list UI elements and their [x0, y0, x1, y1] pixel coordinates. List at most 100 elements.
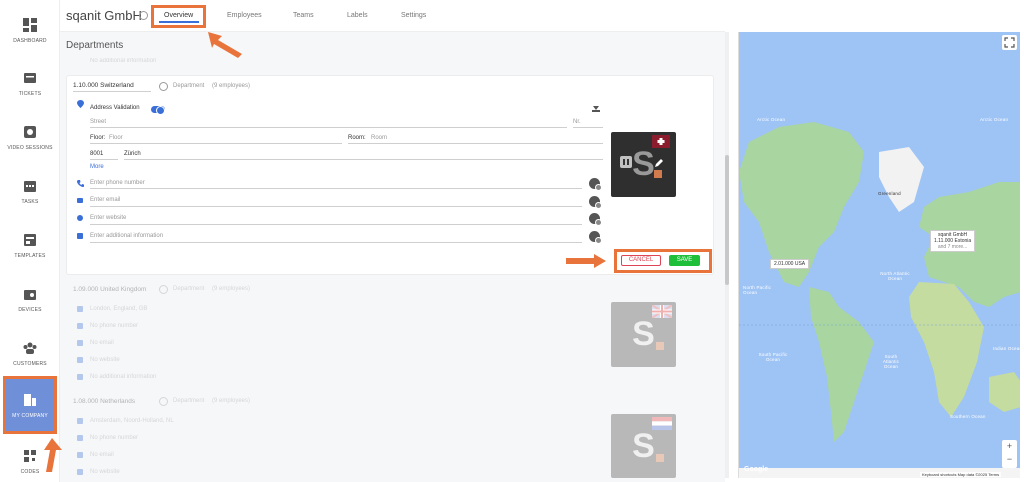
- map-label: South Pacific Ocean: [758, 352, 788, 362]
- email-icon: [77, 452, 83, 458]
- flag-netherlands-icon: [652, 417, 672, 430]
- tab-labels[interactable]: Labels: [347, 12, 368, 19]
- flag-switzerland-icon: [652, 135, 670, 148]
- department-type: Department: [173, 286, 205, 292]
- sidebar-item-label: TASKS: [21, 198, 39, 205]
- street-input[interactable]: Street: [90, 119, 106, 125]
- download-icon[interactable]: [592, 104, 600, 112]
- city-input[interactable]: Zürich: [124, 151, 141, 157]
- website-icon: [77, 469, 83, 475]
- address-text: Amsterdam, Noord-Holland, NL: [90, 418, 174, 424]
- tooltip-more: and 7 more...: [937, 244, 968, 250]
- website-icon: [77, 357, 83, 363]
- sidebar-item-templates[interactable]: TEMPLATES: [0, 220, 60, 270]
- map-marker-tooltip[interactable]: sqanit GmbH 1.11.000 Estonia and 7 more.…: [930, 230, 976, 252]
- website-input[interactable]: Enter website: [90, 215, 126, 221]
- sidebar: DASHBOARD TICKETS VIDEO SESSIONS TASKS T…: [0, 0, 60, 482]
- more-link[interactable]: More: [90, 164, 104, 170]
- arrow-annotation: [208, 32, 242, 58]
- sidebar-item-tasks[interactable]: TASKS: [0, 166, 60, 216]
- input-underline: [90, 159, 118, 160]
- input-underline: [90, 206, 582, 207]
- floor-label: Floor:: [90, 135, 106, 141]
- globe-visibility-icon[interactable]: [589, 196, 602, 209]
- department-type: Department: [173, 83, 205, 89]
- sidebar-item-my-company[interactable]: MY COMPANY: [3, 376, 57, 434]
- map-label: Southern Ocean: [950, 414, 986, 419]
- email-text: No email: [90, 452, 114, 458]
- world-map[interactable]: [738, 32, 1020, 478]
- map-marker-tooltip[interactable]: 2.01.000 USA: [770, 259, 810, 269]
- save-button[interactable]: SAVE: [669, 255, 700, 266]
- info-icon[interactable]: [139, 11, 148, 20]
- input-underline: [90, 188, 582, 189]
- cancel-button[interactable]: CANCEL: [621, 255, 661, 266]
- fullscreen-icon: [1004, 37, 1015, 48]
- sidebar-item-tickets[interactable]: TICKETS: [0, 58, 60, 108]
- department-radio[interactable]: [159, 285, 168, 294]
- phone-icon: [77, 435, 83, 441]
- fullscreen-button[interactable]: [1002, 35, 1017, 50]
- sidebar-item-label: VIDEO SESSIONS: [7, 144, 53, 151]
- address-validation-label: Address Validation: [90, 105, 140, 111]
- address-validation-toggle[interactable]: [151, 106, 165, 115]
- info-doc-icon: [77, 233, 83, 239]
- globe-visibility-icon[interactable]: [589, 231, 602, 244]
- additional-info-text: No additional information: [90, 58, 157, 64]
- sidebar-item-label: TEMPLATES: [14, 252, 46, 259]
- floor-input[interactable]: Floor: [109, 135, 123, 141]
- sidebar-item-dashboard[interactable]: DASHBOARD: [0, 5, 60, 55]
- department-radio[interactable]: [159, 397, 168, 406]
- room-input[interactable]: Room: [371, 135, 387, 141]
- sidebar-item-devices[interactable]: DEVICES: [0, 274, 60, 324]
- zoom-out-button[interactable]: −: [1002, 453, 1017, 466]
- zoom-in-button[interactable]: +: [1002, 440, 1017, 453]
- house-number-input[interactable]: Nr.: [573, 119, 581, 125]
- sidebar-item-label: MY COMPANY: [12, 412, 48, 419]
- map-label: Greenland: [878, 191, 901, 196]
- location-pin-icon: [77, 418, 83, 424]
- map-landmass: [739, 122, 1020, 478]
- department-name-input[interactable]: 1.10.000 Switzerland: [73, 82, 134, 89]
- globe-visibility-icon[interactable]: [589, 213, 602, 226]
- scrollbar-thumb[interactable]: [725, 155, 729, 285]
- tab-employees[interactable]: Employees: [227, 12, 262, 19]
- flag-uk-icon: [652, 305, 672, 318]
- calendar-icon: [24, 180, 36, 192]
- website-text: No website: [90, 469, 120, 475]
- arrow-annotation: [44, 438, 62, 472]
- sidebar-item-label: CUSTOMERS: [13, 360, 47, 367]
- logo-dot: [656, 342, 664, 350]
- dashboard-icon: [23, 17, 37, 32]
- map-label: Arctic Ocean: [980, 117, 1009, 122]
- location-pin-icon: [77, 306, 83, 312]
- input-underline: [90, 127, 567, 128]
- zoom-control[interactable]: + −: [1002, 440, 1017, 468]
- phone-input[interactable]: Enter phone number: [90, 180, 145, 186]
- sidebar-item-video-sessions[interactable]: VIDEO SESSIONS: [0, 112, 60, 162]
- pause-icon[interactable]: [620, 156, 632, 168]
- map-attribution[interactable]: Keyboard shortcuts Map data ©2025 Terms: [920, 472, 1002, 477]
- input-underline: [73, 91, 151, 92]
- company-name: sqanit GmbH: [66, 8, 142, 23]
- globe-visibility-icon[interactable]: [589, 178, 602, 191]
- tab-teams[interactable]: Teams: [293, 12, 314, 19]
- sidebar-item-label: DASHBOARD: [13, 37, 47, 44]
- employee-count: (9 employees): [212, 83, 251, 89]
- additional-info-input[interactable]: Enter additional information: [90, 233, 163, 239]
- map-label: Arctic Ocean: [757, 117, 786, 122]
- info-doc-icon: [77, 374, 83, 380]
- device-icon: [24, 289, 36, 300]
- edit-pencil-icon[interactable]: [654, 158, 664, 168]
- room-label: Room:: [348, 135, 366, 141]
- logo-letter: S: [632, 145, 655, 183]
- tab-overview[interactable]: Overview: [164, 12, 193, 19]
- phone-icon: [77, 323, 83, 329]
- email-input[interactable]: Enter email: [90, 197, 120, 203]
- tab-underline: [159, 21, 199, 23]
- zip-input[interactable]: 8001: [90, 151, 103, 157]
- department-radio[interactable]: [159, 82, 168, 91]
- additional-info-text: No additional information: [90, 374, 157, 380]
- tab-settings[interactable]: Settings: [401, 12, 426, 19]
- sidebar-item-customers[interactable]: CUSTOMERS: [0, 328, 60, 378]
